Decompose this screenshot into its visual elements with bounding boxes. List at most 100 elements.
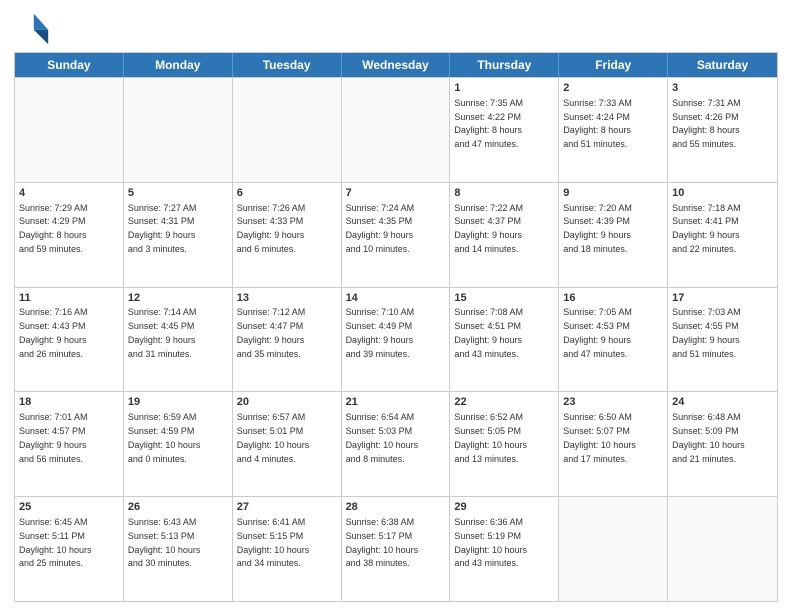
day-info: Sunrise: 7:27 AM Sunset: 4:31 PM Dayligh… [128,203,197,254]
calendar-week: 11Sunrise: 7:16 AM Sunset: 4:43 PM Dayli… [15,287,777,392]
day-number: 18 [19,395,119,410]
day-number: 5 [128,186,228,201]
day-number: 1 [454,81,554,96]
day-number: 22 [454,395,554,410]
day-number: 23 [563,395,663,410]
calendar-cell: 17Sunrise: 7:03 AM Sunset: 4:55 PM Dayli… [668,288,777,392]
day-info: Sunrise: 7:22 AM Sunset: 4:37 PM Dayligh… [454,203,523,254]
day-info: Sunrise: 7:29 AM Sunset: 4:29 PM Dayligh… [19,203,88,254]
calendar-cell: 25 Sunrise: 6:45 AM Sunset: 5:11 PM Dayli… [15,497,124,601]
calendar-body: 1 Sunrise: 7:35 AM Sunset: 4:22 PM Daylig… [15,77,777,601]
calendar-cell: 8 Sunrise: 7:22 AM Sunset: 4:37 PM Daylig… [450,183,559,287]
day-number: 29 [454,500,554,515]
day-info: Sunrise: 7:26 AM Sunset: 4:33 PM Dayligh… [237,203,306,254]
calendar-cell: 20 Sunrise: 6:57 AM Sunset: 5:01 PM Dayli… [233,392,342,496]
day-number: 11 [19,291,119,306]
calendar-cell: 18 Sunrise: 7:01 AM Sunset: 4:57 PM Dayli… [15,392,124,496]
day-info: Sunrise: 6:59 AM Sunset: 4:59 PM Dayligh… [128,412,201,463]
calendar-cell: 12Sunrise: 7:14 AM Sunset: 4:45 PM Dayli… [124,288,233,392]
day-number: 16 [563,291,663,306]
day-number: 17 [672,291,773,306]
day-number: 19 [128,395,228,410]
calendar-cell: 22Sunrise: 6:52 AM Sunset: 5:05 PM Dayli… [450,392,559,496]
page-header [14,10,778,46]
calendar-cell: 10 Sunrise: 7:18 AM Sunset: 4:41 PM Dayli… [668,183,777,287]
day-number: 13 [237,291,337,306]
day-info: Sunrise: 6:50 AM Sunset: 5:07 PM Dayligh… [563,412,636,463]
logo-icon [14,10,50,46]
calendar-cell: 23 Sunrise: 6:50 AM Sunset: 5:07 PM Dayli… [559,392,668,496]
day-number: 4 [19,186,119,201]
calendar-cell: 29 Sunrise: 6:36 AM Sunset: 5:19 PM Dayli… [450,497,559,601]
calendar-cell: 6 Sunrise: 7:26 AM Sunset: 4:33 PM Daylig… [233,183,342,287]
calendar-cell: 5 Sunrise: 7:27 AM Sunset: 4:31 PM Daylig… [124,183,233,287]
calendar-cell: 1 Sunrise: 7:35 AM Sunset: 4:22 PM Daylig… [450,78,559,182]
calendar: SundayMondayTuesdayWednesdayThursdayFrid… [14,52,778,602]
calendar-cell: 27 Sunrise: 6:41 AM Sunset: 5:15 PM Dayli… [233,497,342,601]
calendar-cell: 7Sunrise: 7:24 AM Sunset: 4:35 PM Daylig… [342,183,451,287]
day-number: 3 [672,81,773,96]
calendar-cell: 4 Sunrise: 7:29 AM Sunset: 4:29 PM Daylig… [15,183,124,287]
day-number: 27 [237,500,337,515]
day-number: 26 [128,500,228,515]
weekday-header: Monday [124,53,233,77]
calendar-cell: 11Sunrise: 7:16 AM Sunset: 4:43 PM Dayli… [15,288,124,392]
calendar-cell [233,78,342,182]
day-info: Sunrise: 7:31 AM Sunset: 4:26 PM Dayligh… [672,98,741,149]
day-number: 24 [672,395,773,410]
day-info: Sunrise: 7:03 AM Sunset: 4:55 PM Dayligh… [672,307,741,358]
weekday-header: Thursday [450,53,559,77]
day-info: Sunrise: 7:33 AM Sunset: 4:24 PM Dayligh… [563,98,632,149]
calendar-cell: 9Sunrise: 7:20 AM Sunset: 4:39 PM Daylig… [559,183,668,287]
day-number: 8 [454,186,554,201]
calendar-cell [15,78,124,182]
weekday-header: Sunday [15,53,124,77]
day-info: Sunrise: 6:36 AM Sunset: 5:19 PM Dayligh… [454,517,527,568]
day-number: 21 [346,395,446,410]
day-info: Sunrise: 6:41 AM Sunset: 5:15 PM Dayligh… [237,517,310,568]
day-info: Sunrise: 6:43 AM Sunset: 5:13 PM Dayligh… [128,517,201,568]
day-info: Sunrise: 7:14 AM Sunset: 4:45 PM Dayligh… [128,307,197,358]
day-info: Sunrise: 7:20 AM Sunset: 4:39 PM Dayligh… [563,203,632,254]
day-info: Sunrise: 6:57 AM Sunset: 5:01 PM Dayligh… [237,412,310,463]
calendar-cell: 24 Sunrise: 6:48 AM Sunset: 5:09 PM Dayli… [668,392,777,496]
day-info: Sunrise: 7:18 AM Sunset: 4:41 PM Dayligh… [672,203,741,254]
calendar-week: 4 Sunrise: 7:29 AM Sunset: 4:29 PM Daylig… [15,182,777,287]
weekday-header: Saturday [668,53,777,77]
day-info: Sunrise: 6:45 AM Sunset: 5:11 PM Dayligh… [19,517,92,568]
calendar-cell: 13Sunrise: 7:12 AM Sunset: 4:47 PM Dayli… [233,288,342,392]
day-number: 12 [128,291,228,306]
day-info: Sunrise: 7:10 AM Sunset: 4:49 PM Dayligh… [346,307,415,358]
day-info: Sunrise: 7:35 AM Sunset: 4:22 PM Dayligh… [454,98,523,149]
calendar-cell: 14Sunrise: 7:10 AM Sunset: 4:49 PM Dayli… [342,288,451,392]
calendar-cell [668,497,777,601]
day-info: Sunrise: 7:08 AM Sunset: 4:51 PM Dayligh… [454,307,523,358]
day-number: 15 [454,291,554,306]
weekday-header: Friday [559,53,668,77]
day-info: Sunrise: 6:48 AM Sunset: 5:09 PM Dayligh… [672,412,745,463]
calendar-header: SundayMondayTuesdayWednesdayThursdayFrid… [15,53,777,77]
calendar-cell: 16Sunrise: 7:05 AM Sunset: 4:53 PM Dayli… [559,288,668,392]
day-number: 14 [346,291,446,306]
calendar-week: 18 Sunrise: 7:01 AM Sunset: 4:57 PM Dayli… [15,391,777,496]
weekday-header: Wednesday [342,53,451,77]
calendar-cell: 28Sunrise: 6:38 AM Sunset: 5:17 PM Dayli… [342,497,451,601]
day-number: 7 [346,186,446,201]
weekday-header: Tuesday [233,53,342,77]
day-number: 10 [672,186,773,201]
calendar-cell: 19 Sunrise: 6:59 AM Sunset: 4:59 PM Dayli… [124,392,233,496]
day-number: 6 [237,186,337,201]
day-info: Sunrise: 7:16 AM Sunset: 4:43 PM Dayligh… [19,307,88,358]
calendar-cell: 15Sunrise: 7:08 AM Sunset: 4:51 PM Dayli… [450,288,559,392]
calendar-cell: 3 Sunrise: 7:31 AM Sunset: 4:26 PM Daylig… [668,78,777,182]
calendar-cell [559,497,668,601]
calendar-week: 25 Sunrise: 6:45 AM Sunset: 5:11 PM Dayli… [15,496,777,601]
calendar-cell [342,78,451,182]
calendar-cell: 26 Sunrise: 6:43 AM Sunset: 5:13 PM Dayli… [124,497,233,601]
day-number: 2 [563,81,663,96]
day-info: Sunrise: 7:01 AM Sunset: 4:57 PM Dayligh… [19,412,88,463]
day-number: 20 [237,395,337,410]
day-info: Sunrise: 6:54 AM Sunset: 5:03 PM Dayligh… [346,412,419,463]
day-number: 25 [19,500,119,515]
day-info: Sunrise: 7:05 AM Sunset: 4:53 PM Dayligh… [563,307,632,358]
